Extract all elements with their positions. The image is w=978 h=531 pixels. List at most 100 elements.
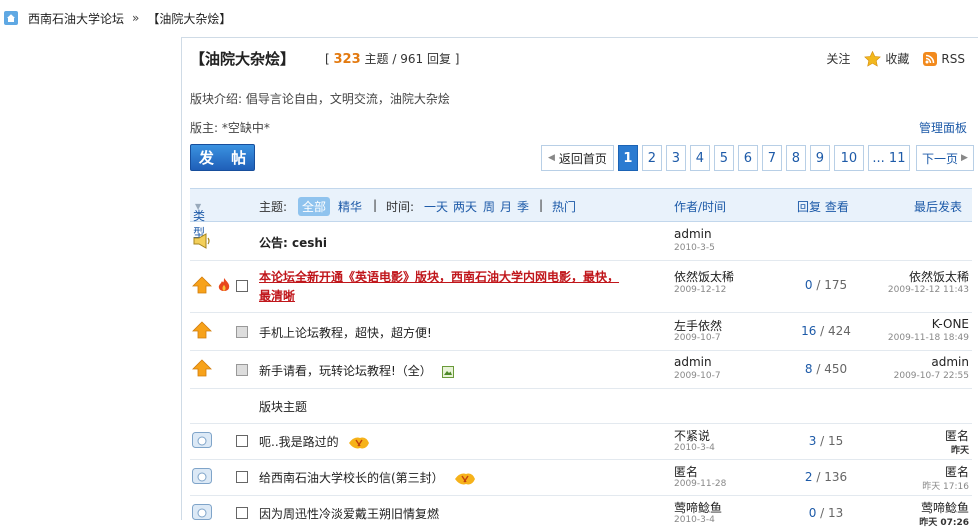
reply-view-counts: 0 / 175 <box>804 278 848 292</box>
topic-title-link[interactable]: 呃..我是路过的 <box>259 433 370 450</box>
last-post-date: 2009-12-12 11:43 <box>887 285 969 295</box>
pager-page-10[interactable]: 10 <box>833 145 864 171</box>
breadcrumb-home-link[interactable]: 西南石油大学论坛 <box>28 10 124 27</box>
last-post-author[interactable]: admin <box>931 355 969 369</box>
pinned-arrow-icon <box>192 321 212 339</box>
table-row: 本论坛全新开通《英语电影》版块，西南石油大学内网电影，最快， 最清晰 依然饭太稀… <box>190 260 972 313</box>
topic-date: 2009-10-7 <box>674 371 721 381</box>
last-post-header[interactable]: 最后发表 <box>914 198 962 215</box>
reply-view-counts: 3 / 15 <box>808 434 844 448</box>
filter-week[interactable]: 周 <box>483 198 495 215</box>
select-checkbox[interactable] <box>236 507 248 519</box>
filter-two-days[interactable]: 两天 <box>453 198 477 215</box>
manage-panel-link[interactable]: 管理面板 <box>919 119 967 136</box>
view-count: 450 <box>824 362 848 376</box>
star-icon <box>864 50 882 67</box>
topic-title-text: 新手请看，玩转论坛教程!（全） <box>259 364 432 378</box>
topic-title-link[interactable]: 手机上论坛教程，超快，超方便! <box>259 324 432 341</box>
favorite-link[interactable]: 收藏 <box>864 50 909 67</box>
select-checkbox[interactable] <box>236 326 248 338</box>
topic-date: 2009-11-28 <box>674 479 727 489</box>
last-post-author[interactable]: 莺啼鲶鱼 <box>921 499 969 516</box>
last-post-author[interactable]: 匿名 <box>945 463 969 480</box>
view-count: 424 <box>828 324 851 338</box>
view-count: 15 <box>828 434 844 448</box>
topic-title-link[interactable]: 给西南石油大学校长的信(第三封） <box>259 469 476 486</box>
rss-label: RSS <box>941 51 965 66</box>
pager-page-9[interactable]: 9 <box>809 145 830 171</box>
topic-title-text: 呃..我是路过的 <box>259 435 339 449</box>
pager-next-button[interactable]: 下一页 ▶ <box>915 145 974 171</box>
reply-count: 3 <box>808 434 817 448</box>
table-header: 类型 ▼ 主题: 全部 精华 | 时间: 一天 两天 周 月 季 | 热门 作者/… <box>190 188 972 240</box>
pager-page-3[interactable]: 3 <box>665 145 686 171</box>
filter-season[interactable]: 季 <box>517 198 529 215</box>
replies-count: 961 <box>400 52 424 66</box>
topic-author[interactable]: 匿名 <box>674 463 698 480</box>
reply-view-header[interactable]: 回复 查看 <box>797 198 849 215</box>
select-checkbox[interactable] <box>236 435 248 447</box>
topic-date: 2009-10-7 <box>674 333 721 343</box>
reply-view-counts: 2 / 136 <box>804 470 848 484</box>
pager-page-8[interactable]: 8 <box>785 145 806 171</box>
pager-page-5[interactable]: 5 <box>713 145 734 171</box>
last-post-date: 2009-10-7 22:55 <box>893 371 969 381</box>
topic-title-link[interactable]: 新手请看，玩转论坛教程!（全） <box>259 362 454 379</box>
topic-title-link[interactable]: 本论坛全新开通《英语电影》版块，西南石油大学内网电影，最快， 最清晰 <box>259 268 659 306</box>
select-checkbox[interactable] <box>236 471 248 483</box>
hot-topic-icon <box>454 473 475 484</box>
filter-hot[interactable]: 热门 <box>552 198 576 215</box>
moderator-value: *空缺中* <box>221 121 270 135</box>
pager-page-4[interactable]: 4 <box>689 145 710 171</box>
hot-topic-icon <box>349 437 370 448</box>
pager-page-6[interactable]: 6 <box>737 145 758 171</box>
filter-divider-1: | <box>373 198 378 212</box>
last-post-author[interactable]: 依然饭太稀 <box>909 268 969 285</box>
topics-count: 323 <box>333 52 361 67</box>
breadcrumb: 西南石油大学论坛 » 【油院大杂烩】 <box>4 10 231 26</box>
reply-count: 0 <box>804 278 813 292</box>
topic-folder-icon <box>192 504 212 520</box>
intro-label: 版块介绍: <box>190 92 243 106</box>
breadcrumb-current-link[interactable]: 【油院大杂烩】 <box>147 10 231 27</box>
filter-month[interactable]: 月 <box>500 198 512 215</box>
view-count: 175 <box>824 278 848 292</box>
moderator-label: 版主: <box>190 121 219 135</box>
last-post-author[interactable]: 匿名 <box>945 427 969 444</box>
stats-slash: / <box>392 52 397 66</box>
announcement-title[interactable]: 公告: ceshi <box>259 234 327 251</box>
pager-page-1[interactable]: 1 <box>617 145 638 171</box>
pager-page-2[interactable]: 2 <box>641 145 662 171</box>
topic-author[interactable]: 不紧说 <box>674 427 710 444</box>
chevron-right-icon: ▶ <box>960 153 968 163</box>
author-time-header[interactable]: 作者/时间 <box>674 198 726 215</box>
select-checkbox[interactable] <box>236 364 248 376</box>
new-post-button[interactable]: 发 帖 <box>190 144 255 171</box>
last-post-author[interactable]: K-ONE <box>932 317 969 331</box>
announcement-author[interactable]: admin <box>674 227 712 241</box>
rss-link[interactable]: RSS <box>923 51 965 66</box>
type-filter[interactable]: 类型 ▼ <box>193 198 205 240</box>
table-row: 给西南石油大学校长的信(第三封） 匿名 2009-11-28 2 / 136 匿… <box>190 459 972 496</box>
topic-title-link[interactable]: 因为周迅性冷淡爱戴王朔旧情复燃 <box>259 505 439 522</box>
topic-title-line1: 本论坛全新开通《英语电影》版块，西南石油大学内网电影，最快， <box>259 270 620 284</box>
topic-author[interactable]: 依然饭太稀 <box>674 268 734 285</box>
filter-one-day[interactable]: 一天 <box>424 198 448 215</box>
table-row: 手机上论坛教程，超快，超方便! 左手依然 2009-10-7 16 / 424 … <box>190 312 972 351</box>
pager-back-button[interactable]: ◀ 返回首页 <box>541 145 614 171</box>
home-icon[interactable] <box>4 11 18 25</box>
topic-author[interactable]: 莺啼鲶鱼 <box>674 499 722 516</box>
select-checkbox[interactable] <box>236 280 248 292</box>
pager-page-7[interactable]: 7 <box>761 145 782 171</box>
topic-author[interactable]: 左手依然 <box>674 317 722 334</box>
breadcrumb-separator: » <box>132 11 140 25</box>
pager-next-label: 下一页 <box>921 151 958 166</box>
filter-digest[interactable]: 精华 <box>338 198 362 215</box>
pager-page-11[interactable]: ... 11 <box>867 145 910 171</box>
topic-author[interactable]: admin <box>674 355 712 369</box>
image-attachment-icon <box>441 365 454 378</box>
section-label: 版块主题 <box>259 400 308 414</box>
follow-link[interactable]: 关注 <box>826 50 850 67</box>
replies-label: 回复 <box>426 52 451 66</box>
filter-all[interactable]: 全部 <box>298 197 331 216</box>
